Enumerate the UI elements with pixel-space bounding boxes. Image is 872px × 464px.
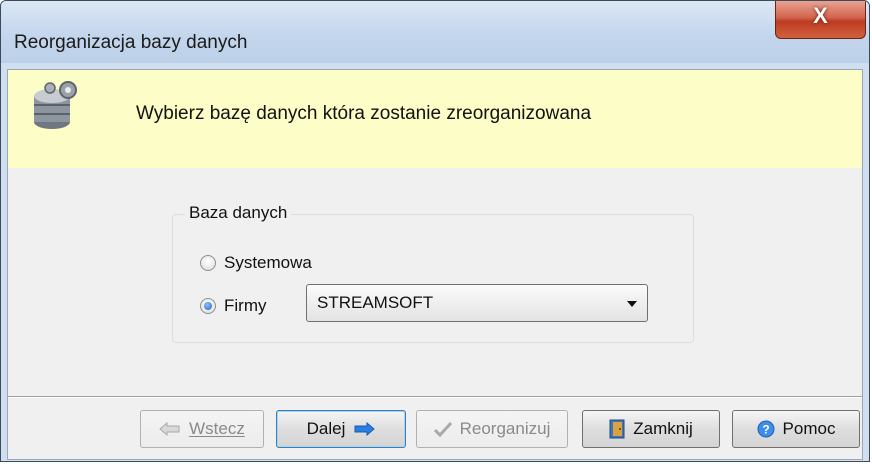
close-button[interactable]: Zamknij [582,410,720,448]
instruction-text: Wybierz bazę danych która zostanie zreor… [136,103,592,124]
title-bar[interactable]: Reorganizacja bazy danych X [1,1,869,63]
svg-text:?: ? [762,423,769,437]
close-button-label: Zamknij [633,419,693,438]
footer-divider-highlight [8,397,862,398]
groupbox-legend: Baza danych [185,203,292,223]
back-button-label: Wstecz [189,419,245,438]
radio-firmy-indicator[interactable] [200,298,216,314]
back-button[interactable]: Wstecz [140,410,264,448]
radio-firmy-label[interactable]: Firmy [224,296,266,316]
arrow-left-icon [159,422,180,436]
help-icon: ? [757,420,775,438]
close-icon: X [813,3,828,28]
chevron-down-icon[interactable] [627,301,637,307]
company-database-select[interactable]: STREAMSOFT [306,284,648,322]
reorganize-button-label: Reorganizuj [459,419,551,438]
reorganize-button[interactable]: Reorganizuj [416,410,568,448]
window-title: Reorganizacja bazy danych [14,32,248,53]
help-button-label: Pomoc [782,419,836,438]
select-value: STREAMSOFT [317,293,434,312]
next-button-label: Dalej [306,419,346,438]
instruction-banner: Wybierz bazę danych która zostanie zreor… [8,70,862,168]
door-icon [609,419,625,439]
database-groupbox [172,214,694,343]
checkmark-icon [433,421,452,437]
window-close-button[interactable]: X [775,1,866,39]
database-gear-icon [34,81,77,129]
radio-option-firmy[interactable]: Firmy [200,296,266,316]
dialog-body: Wybierz bazę danych która zostanie zreor… [7,69,863,460]
radio-systemowa-indicator[interactable] [200,255,216,271]
dialog-window: Reorganizacja bazy danych X Wybierz bazę… [0,0,870,462]
next-button[interactable]: Dalej [276,410,406,448]
radio-option-systemowa[interactable]: Systemowa [200,253,312,273]
radio-systemowa-label[interactable]: Systemowa [224,253,312,273]
help-button[interactable]: ? Pomoc [732,410,860,448]
arrow-right-icon [354,422,376,436]
